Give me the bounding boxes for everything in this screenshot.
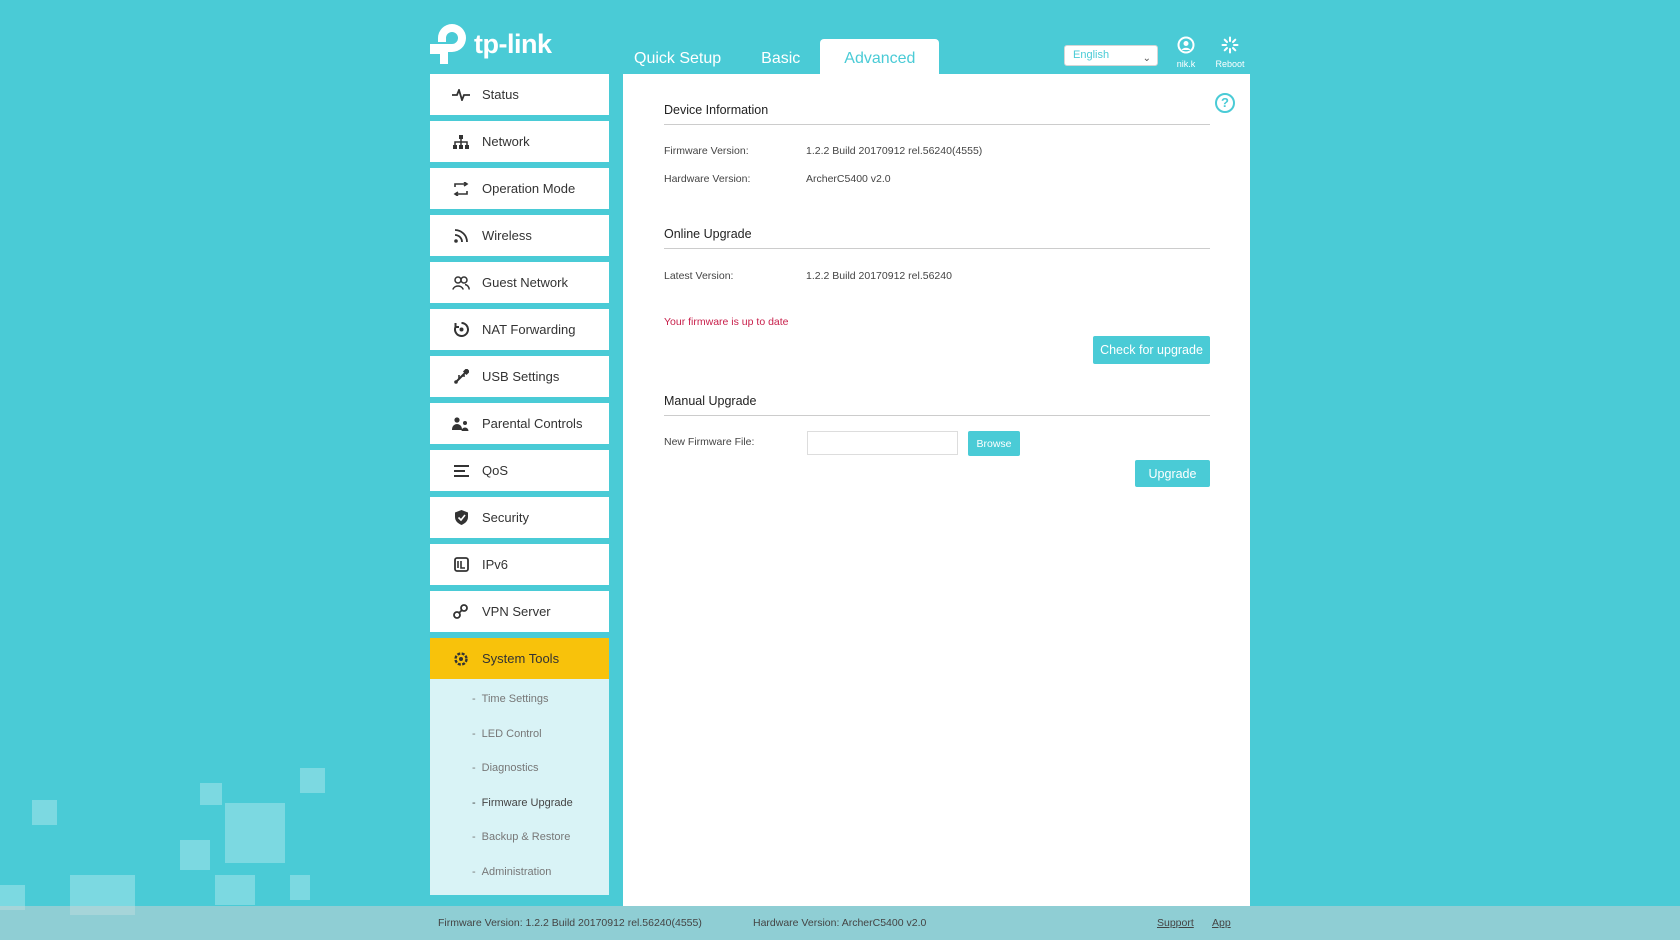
footer: Firmware Version: 1.2.2 Build 20170912 r… [0, 906, 1680, 940]
footer-hardware-version: Hardware Version: ArcherC5400 v2.0 [753, 917, 927, 929]
sidebar-item-usb-settings[interactable]: USB Settings [430, 356, 609, 397]
sidebar-item-operation-mode[interactable]: Operation Mode [430, 168, 609, 209]
submenu-item-label: Diagnostics [481, 762, 539, 774]
submenu-item-firmware-upgrade[interactable]: - Firmware Upgrade [430, 797, 609, 832]
chevron-down-icon: ⌄ [1142, 53, 1151, 64]
sidebar-item-label: System Tools [482, 651, 560, 666]
tab-quick-setup[interactable]: Quick Setup [614, 39, 741, 74]
submenu-item-label: Backup & Restore [481, 831, 571, 843]
parental-icon [452, 416, 470, 431]
sidebar-item-nat-forwarding[interactable]: NAT Forwarding [430, 309, 609, 350]
submenu-item-diagnostics[interactable]: - Diagnostics [430, 762, 609, 797]
ipv6-icon [452, 557, 470, 572]
app-link[interactable]: App [1212, 917, 1231, 929]
tab-basic[interactable]: Basic [741, 39, 820, 74]
operation-mode-icon [452, 181, 470, 196]
network-icon [452, 134, 470, 149]
device-info-title: Device Information [664, 103, 1210, 125]
sidebar-item-vpn-server[interactable]: VPN Server [430, 591, 609, 632]
sidebar-item-wireless[interactable]: Wireless [430, 215, 609, 256]
main-content: ? Device Information Firmware Version: 1… [623, 74, 1250, 906]
firmware-version-value: 1.2.2 Build 20170912 rel.56240(4555) [806, 145, 983, 157]
latest-version-value: 1.2.2 Build 20170912 rel.56240 [806, 270, 952, 282]
top-tabs: Quick Setup Basic Advanced [614, 39, 940, 74]
wireless-icon [452, 228, 470, 243]
footer-firmware-version: Firmware Version: 1.2.2 Build 20170912 r… [438, 917, 702, 929]
submenu-item-label: Time Settings [481, 693, 549, 705]
submenu-item-time-settings[interactable]: - Time Settings [430, 693, 609, 728]
user-icon [1166, 36, 1206, 59]
logo-text: tp-link [474, 28, 552, 59]
sidebar-item-status[interactable]: Status [430, 74, 609, 115]
shield-icon [452, 510, 470, 525]
submenu-item-backup-restore[interactable]: - Backup & Restore [430, 831, 609, 866]
system-tools-submenu: - Time Settings - LED Control - Diagnostics… [430, 679, 609, 895]
sidebar-item-label: QoS [482, 463, 509, 478]
gear-icon [452, 651, 470, 667]
user-button[interactable]: nik.k [1166, 36, 1206, 69]
sidebar-item-parental-controls[interactable]: Parental Controls [430, 403, 609, 444]
hardware-version-value: ArcherC5400 v2.0 [806, 173, 891, 185]
pulse-icon [452, 88, 470, 101]
nat-icon [452, 322, 470, 337]
firmware-file-input[interactable] [807, 431, 958, 455]
help-icon[interactable]: ? [1215, 93, 1235, 113]
submenu-item-label: LED Control [481, 727, 542, 740]
latest-version-label: Latest Version: [664, 270, 734, 282]
tp-link-logo: tp-link [430, 22, 552, 66]
sidebar-item-label: NAT Forwarding [482, 322, 576, 337]
sidebar-item-label: VPN Server [482, 604, 551, 619]
sidebar-item-network[interactable]: Network [430, 121, 609, 162]
submenu-item-led-control[interactable]: - LED Control [430, 728, 609, 763]
new-firmware-file-label: New Firmware File: [664, 436, 755, 448]
reboot-label: Reboot [1215, 59, 1245, 69]
reboot-icon [1210, 36, 1250, 59]
upgrade-button[interactable]: Upgrade [1135, 460, 1210, 487]
sidebar-item-qos[interactable]: QoS [430, 450, 609, 491]
tab-advanced[interactable]: Advanced [820, 39, 940, 74]
sidebar-item-system-tools[interactable]: System Tools [430, 638, 609, 679]
hardware-version-label: Hardware Version: [664, 173, 751, 185]
submenu-item-label: Firmware Upgrade [481, 796, 573, 809]
sidebar-item-label: Network [482, 134, 530, 149]
firmware-status-message: Your firmware is up to date [664, 316, 789, 328]
sidebar-item-label: USB Settings [482, 369, 560, 384]
check-for-upgrade-button[interactable]: Check for upgrade [1093, 336, 1210, 364]
sidebar-item-label: Security [482, 510, 529, 525]
firmware-version-label: Firmware Version: [664, 145, 749, 157]
submenu-item-administration[interactable]: - Administration [430, 866, 609, 901]
sidebar-item-label: Status [482, 87, 519, 102]
usb-icon [452, 369, 470, 384]
manual-upgrade-title: Manual Upgrade [664, 394, 1210, 416]
reboot-button[interactable]: Reboot [1210, 36, 1250, 69]
sidebar-item-label: Parental Controls [482, 416, 583, 431]
tp-link-logo-icon [430, 22, 470, 66]
language-select[interactable]: English ⌄ [1064, 45, 1158, 66]
sidebar-item-guest-network[interactable]: Guest Network [430, 262, 609, 303]
support-link[interactable]: Support [1157, 917, 1194, 929]
sidebar-item-label: Guest Network [482, 275, 568, 290]
online-upgrade-title: Online Upgrade [664, 227, 1210, 249]
sidebar: Status Network Operation Mode Wireless G… [430, 74, 609, 895]
sidebar-item-label: Operation Mode [482, 181, 576, 196]
user-label: nik.k [1176, 59, 1196, 69]
language-value: English [1073, 49, 1110, 61]
guest-icon [452, 275, 470, 290]
sidebar-item-label: IPv6 [482, 557, 509, 572]
submenu-item-label: Administration [481, 865, 552, 878]
sidebar-item-ipv6[interactable]: IPv6 [430, 544, 609, 585]
sidebar-item-label: Wireless [482, 228, 532, 243]
vpn-icon [452, 604, 470, 619]
qos-icon [452, 464, 470, 478]
browse-button[interactable]: Browse [968, 431, 1020, 456]
sidebar-item-security[interactable]: Security [430, 497, 609, 538]
